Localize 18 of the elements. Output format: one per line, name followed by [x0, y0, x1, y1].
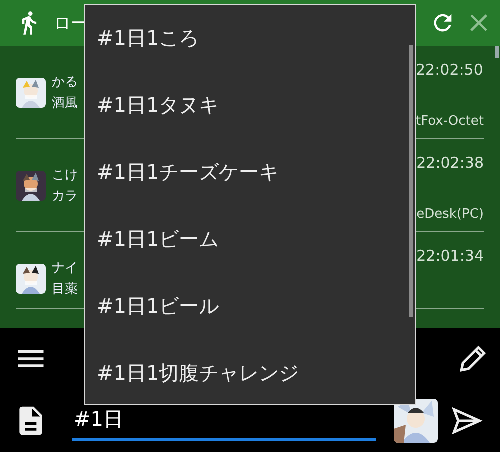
user-name: かる: [52, 74, 78, 92]
scrollbar[interactable]: [495, 46, 499, 58]
post-time: 22:01:34: [416, 246, 484, 264]
user-name: こけ: [52, 167, 78, 185]
client-name: tFox-Octet: [416, 114, 484, 130]
suggestion-item[interactable]: #1日1チーズケーキ: [85, 139, 415, 206]
suggestion-item[interactable]: #1日1タヌキ: [85, 72, 415, 139]
user-name: ナイ: [52, 260, 78, 278]
suggestion-item[interactable]: #1日1ビーム: [85, 206, 415, 273]
post-text: カラ: [52, 188, 78, 206]
client-name: eDesk(PC): [416, 207, 484, 223]
scrollbar[interactable]: [409, 45, 413, 317]
post-time: 22:02:50: [416, 60, 484, 78]
post-time: 22:02:38: [416, 153, 484, 171]
suggestion-item[interactable]: #1日1ころ: [85, 5, 415, 72]
post-text: 酒風: [52, 95, 78, 113]
post-text: 目薬: [52, 281, 78, 299]
suggestion-item[interactable]: #1日1ビール: [85, 273, 415, 340]
